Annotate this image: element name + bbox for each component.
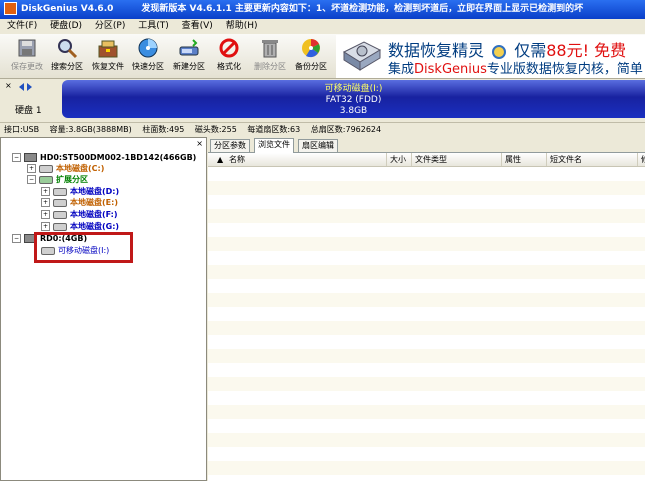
partition-filesystem: FAT32 (FDD) (325, 95, 382, 105)
search-partition-button[interactable]: 搜索分区 (48, 36, 86, 76)
expand-icon[interactable]: + (27, 164, 36, 173)
info-capacity: 容量:3.8GB(3888MB) (49, 125, 132, 134)
extended-partition-icon (39, 175, 53, 184)
volume-icon (53, 210, 67, 219)
col-size[interactable]: 大小 (386, 153, 406, 166)
collapse-icon[interactable]: − (27, 175, 36, 184)
quick-partition-button[interactable]: 快速分区 (129, 36, 167, 76)
ad-banner[interactable]: 数据恢复精灵 仅需88元! 免费 集成DiskGenius专业版数据恢复内核，简… (336, 35, 645, 78)
tree-item-e[interactable]: + 本地磁盘(E:) (41, 197, 118, 208)
quick-partition-label: 快速分区 (132, 62, 164, 71)
search-partition-label: 搜索分区 (51, 62, 83, 71)
window-title: DiskGenius V4.6.0 (21, 4, 114, 14)
menu-help[interactable]: 帮助(H) (226, 21, 258, 31)
volume-icon (53, 222, 67, 231)
delete-partition-label: 删除分区 (254, 62, 286, 71)
menu-view[interactable]: 查看(V) (182, 21, 213, 31)
delete-icon (262, 40, 278, 58)
recover-files-label: 恢复文件 (92, 62, 124, 71)
info-cylinders: 柱面数:495 (142, 125, 185, 134)
collapse-icon[interactable]: − (12, 153, 21, 162)
info-heads: 磁头数:255 (194, 125, 237, 134)
file-list-header: ▲ 名称 大小 文件类型 属性 短文件名 修 (208, 153, 645, 167)
tab-partition-params[interactable]: 分区参数 (210, 139, 250, 152)
volume-icon (53, 198, 67, 207)
col-attributes[interactable]: 属性 (501, 153, 521, 166)
tree-item-c[interactable]: + 本地磁盘(C:) (27, 163, 104, 174)
quick-partition-icon (138, 38, 158, 58)
close-pane-icon[interactable]: × (196, 139, 203, 148)
expand-icon[interactable]: + (41, 198, 50, 207)
save-changes-button[interactable]: 保存更改 (8, 36, 46, 76)
search-icon (58, 39, 78, 59)
col-modified[interactable]: 修 (637, 153, 645, 166)
partition-size: 3.8GB (339, 106, 368, 116)
ad-line2-prefix: 集成 (388, 62, 415, 77)
backup-partition-label: 备份分区 (295, 62, 327, 71)
menu-bar: 文件(F) 硬盘(D) 分区(P) 工具(T) 查看(V) 帮助(H) (0, 19, 645, 34)
app-icon (4, 2, 17, 15)
file-list[interactable] (208, 167, 645, 481)
tree-item-g[interactable]: + 本地磁盘(G:) (41, 221, 119, 232)
recover-icon (98, 40, 118, 58)
new-partition-icon (179, 39, 199, 56)
tree-item-extended[interactable]: − 扩展分区 (27, 174, 88, 185)
collapse-icon[interactable]: − (12, 234, 21, 243)
expand-icon[interactable]: + (41, 210, 50, 219)
title-bar: DiskGenius V4.6.0 发现新版本 V4.6.1.1 主要更新内容如下… (0, 0, 645, 19)
disk-map-bar: × 硬盘 1 可移动磁盘(I:) FAT32 (FDD) 3.8GB (0, 79, 645, 121)
col-name[interactable]: 名称 (226, 153, 245, 166)
new-partition-button[interactable]: 新建分区 (170, 36, 208, 76)
save-icon (18, 39, 36, 57)
tab-sector-edit[interactable]: 扇区编辑 (298, 139, 338, 152)
disk-label: 硬盘 1 (15, 106, 42, 116)
next-disk-arrow-icon[interactable] (27, 83, 32, 91)
tree-item-f[interactable]: + 本地磁盘(F:) (41, 209, 118, 220)
recover-files-button[interactable]: 恢复文件 (89, 36, 127, 76)
expand-icon[interactable]: + (41, 222, 50, 231)
info-interface: 接口:USB (4, 125, 40, 134)
pin-icon[interactable]: × (5, 81, 12, 90)
update-notice[interactable]: 发现新版本 V4.6.1.1 主要更新内容如下：1、坏道检测功能，检测到坏道后，… (141, 4, 583, 14)
partition-name: 可移动磁盘(I:) (324, 84, 383, 94)
info-total-sectors: 总扇区数:7962624 (310, 125, 382, 134)
menu-disk[interactable]: 硬盘(D) (50, 21, 82, 31)
menu-file[interactable]: 文件(F) (7, 21, 37, 31)
delete-partition-button[interactable]: 删除分区 (251, 36, 289, 76)
hard-disk-icon (24, 153, 37, 162)
disk-tree-pane: × − HD0:ST500DM002-1BD142(466GB) + 本地磁盘(C:… (0, 137, 207, 481)
tree-item-d[interactable]: + 本地磁盘(D:) (41, 186, 119, 197)
hard-disk-icon (342, 41, 382, 71)
format-label: 格式化 (217, 62, 241, 71)
tab-bar: 分区参数 浏览文件 扇区编辑 (208, 137, 645, 153)
menu-partition[interactable]: 分区(P) (95, 21, 125, 31)
col-short-name[interactable]: 短文件名 (546, 153, 582, 166)
highlight-box (34, 232, 133, 263)
backup-partition-button[interactable]: 备份分区 (292, 36, 330, 76)
volume-icon (53, 187, 67, 196)
menu-tools[interactable]: 工具(T) (138, 21, 169, 31)
info-sectors-per-track: 每道扇区数:63 (247, 125, 301, 134)
expand-icon[interactable]: + (41, 187, 50, 196)
col-file-type[interactable]: 文件类型 (411, 153, 447, 166)
volume-icon (39, 164, 53, 173)
save-changes-label: 保存更改 (11, 62, 43, 71)
prev-disk-arrow-icon[interactable] (19, 83, 24, 91)
disk-info-bar: 接口:USB 容量:3.8GB(3888MB) 柱面数:495 磁头数:255 … (0, 122, 645, 136)
ad-line-2: 集成DiskGenius专业版数据恢复内核，简单 (388, 58, 643, 77)
magnifier-icon (492, 44, 507, 59)
ad-line2-suffix: 专业版数据恢复内核，简单 (486, 62, 643, 77)
content-pane: 分区参数 浏览文件 扇区编辑 ▲ 名称 大小 文件类型 属性 短文件名 修 (208, 137, 645, 481)
tree-item-hd0[interactable]: − HD0:ST500DM002-1BD142(466GB) (12, 152, 196, 163)
sort-up-icon[interactable]: ▲ (214, 153, 223, 166)
disk-nav: × 硬盘 1 (5, 79, 61, 121)
tab-browse-files[interactable]: 浏览文件 (254, 138, 294, 153)
ad-brand: DiskGenius (414, 62, 487, 77)
format-button[interactable]: 格式化 (210, 36, 248, 76)
backup-icon (302, 39, 320, 58)
partition-block[interactable]: 可移动磁盘(I:) FAT32 (FDD) 3.8GB (62, 80, 645, 118)
new-partition-label: 新建分区 (173, 62, 205, 71)
format-icon (219, 38, 239, 58)
